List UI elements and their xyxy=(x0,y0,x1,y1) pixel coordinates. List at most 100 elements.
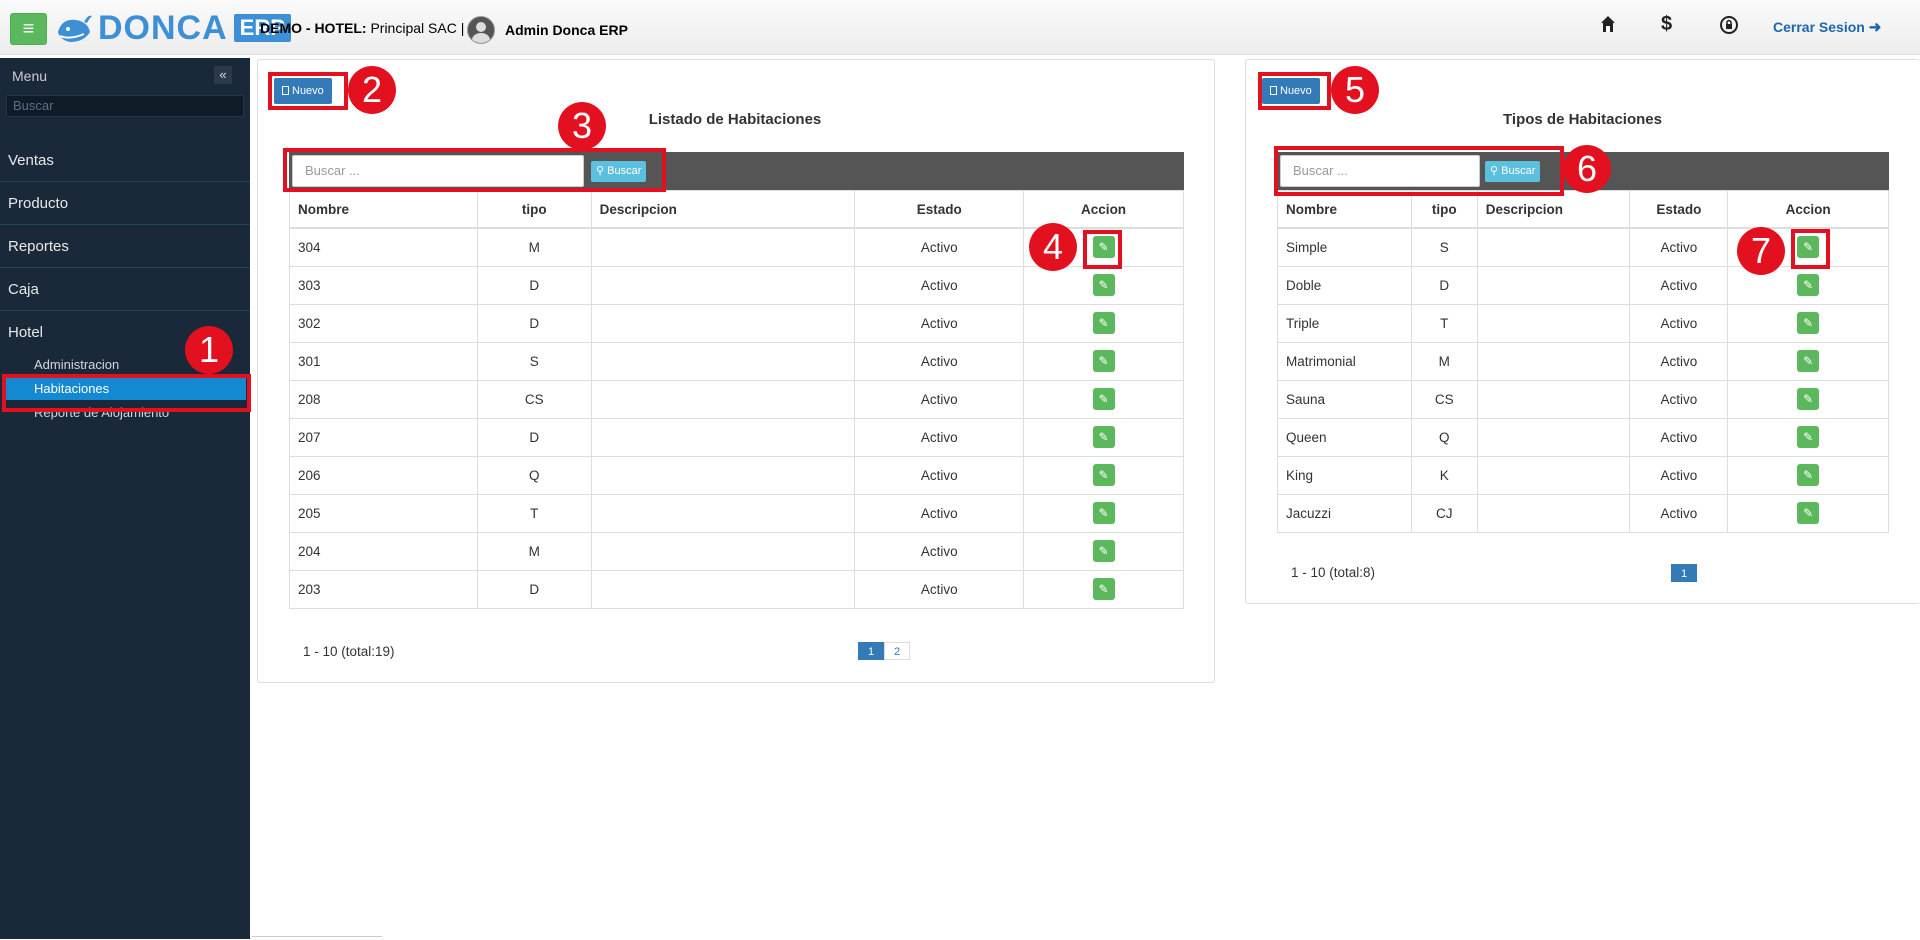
action-cell: ✎ xyxy=(1023,569,1184,609)
dollar-icon[interactable]: $ xyxy=(1661,13,1672,36)
table-row: Doble D Activo ✎ xyxy=(1277,265,1889,305)
status-cell: Activo xyxy=(1629,265,1729,305)
column-header[interactable]: Nombre xyxy=(1277,190,1412,229)
status-cell: Activo xyxy=(854,569,1025,609)
step-number-7: 7 xyxy=(1737,227,1785,275)
table-row: Sauna CS Activo ✎ xyxy=(1277,379,1889,419)
lock-refresh-icon[interactable] xyxy=(1719,15,1739,41)
column-header[interactable]: Nombre xyxy=(289,190,478,229)
column-header[interactable]: Accion xyxy=(1023,190,1184,229)
user-name: Admin Donca ERP xyxy=(505,22,628,38)
step-number-4: 4 xyxy=(1029,223,1077,271)
column-header[interactable]: tipo xyxy=(1410,190,1478,229)
user-info[interactable]: Admin Donca ERP xyxy=(467,16,628,44)
table-header-row: Nombre tipo Descripcion Estado Accion xyxy=(1277,190,1889,229)
type-cell: T xyxy=(476,493,592,533)
description-cell xyxy=(1476,417,1631,457)
highlight-box-2 xyxy=(268,72,348,110)
status-cell: Activo xyxy=(854,341,1025,381)
rooms-page-1[interactable]: 1 xyxy=(858,642,884,660)
sidebar-search-input[interactable]: Buscar xyxy=(6,95,244,117)
edit-pencil-icon[interactable]: ✎ xyxy=(1092,350,1115,372)
sidebar-item-caja[interactable]: Caja xyxy=(0,269,250,311)
edit-pencil-icon[interactable]: ✎ xyxy=(1797,312,1820,334)
table-row: 206 Q Activo ✎ xyxy=(289,455,1184,495)
status-cell: Activo xyxy=(854,417,1025,457)
table-row: 204 M Activo ✎ xyxy=(289,531,1184,571)
description-cell xyxy=(1476,493,1631,533)
name-cell: Triple xyxy=(1277,303,1412,343)
name-cell: Simple xyxy=(1277,227,1412,267)
room-types-pager-text: 1 - 10 (total:8) xyxy=(1291,565,1376,580)
column-header[interactable]: Estado xyxy=(854,190,1025,229)
status-cell: Activo xyxy=(854,303,1025,343)
status-cell: Activo xyxy=(854,455,1025,495)
type-cell: D xyxy=(476,569,592,609)
column-header[interactable]: tipo xyxy=(476,190,592,229)
name-cell: 203 xyxy=(289,569,478,609)
table-row: Triple T Activo ✎ xyxy=(1277,303,1889,343)
edit-pencil-icon[interactable]: ✎ xyxy=(1092,540,1115,562)
status-cell: Activo xyxy=(1629,455,1729,495)
status-cell: Activo xyxy=(854,265,1025,305)
status-cell: Activo xyxy=(854,227,1025,267)
sidebar-item-reportes[interactable]: Reportes xyxy=(0,226,250,268)
description-cell xyxy=(1476,379,1631,419)
edit-pencil-icon[interactable]: ✎ xyxy=(1797,502,1820,524)
sidebar-item-ventas[interactable]: Ventas xyxy=(0,140,250,182)
name-cell: Queen xyxy=(1277,417,1412,457)
name-cell: 303 xyxy=(289,265,478,305)
edit-pencil-icon[interactable]: ✎ xyxy=(1092,502,1115,524)
column-header[interactable]: Accion xyxy=(1727,190,1889,229)
rooms-page-2[interactable]: 2 xyxy=(884,642,910,660)
status-cell: Activo xyxy=(1629,341,1729,381)
collapse-sidebar-icon[interactable]: « xyxy=(214,66,232,84)
logout-link[interactable]: Cerrar Sesion ➜ xyxy=(1773,18,1881,36)
type-cell: S xyxy=(476,341,592,381)
name-cell: 205 xyxy=(289,493,478,533)
edit-pencil-icon[interactable]: ✎ xyxy=(1797,464,1820,486)
status-cell: Activo xyxy=(1629,379,1729,419)
logout-label: Cerrar Sesion xyxy=(1773,19,1865,35)
name-cell: King xyxy=(1277,455,1412,495)
donca-logo[interactable]: DONCA ERP xyxy=(54,8,291,48)
description-cell xyxy=(590,455,856,495)
table-row: 203 D Activo ✎ xyxy=(289,569,1184,609)
edit-pencil-icon[interactable]: ✎ xyxy=(1092,426,1115,448)
bottom-divider xyxy=(252,936,382,940)
room-types-page-1[interactable]: 1 xyxy=(1671,564,1697,582)
status-cell: Activo xyxy=(854,493,1025,533)
description-cell xyxy=(590,569,856,609)
action-cell: ✎ xyxy=(1023,341,1184,381)
action-cell: ✎ xyxy=(1023,265,1184,305)
edit-pencil-icon[interactable]: ✎ xyxy=(1797,388,1820,410)
action-cell: ✎ xyxy=(1727,493,1889,533)
edit-pencil-icon[interactable]: ✎ xyxy=(1797,426,1820,448)
edit-pencil-icon[interactable]: ✎ xyxy=(1092,464,1115,486)
step-number-6: 6 xyxy=(1563,145,1611,193)
edit-pencil-icon[interactable]: ✎ xyxy=(1092,312,1115,334)
action-cell: ✎ xyxy=(1023,493,1184,533)
home-icon[interactable] xyxy=(1600,15,1616,39)
highlight-box-3 xyxy=(283,148,666,192)
column-header[interactable]: Estado xyxy=(1629,190,1729,229)
column-header[interactable]: Descripcion xyxy=(1476,190,1631,229)
description-cell xyxy=(590,227,856,267)
action-cell: ✎ xyxy=(1727,379,1889,419)
action-cell: ✎ xyxy=(1727,455,1889,495)
edit-pencil-icon[interactable]: ✎ xyxy=(1797,274,1820,296)
highlight-box-1 xyxy=(2,374,251,412)
edit-pencil-icon[interactable]: ✎ xyxy=(1092,578,1115,600)
sidebar-item-producto[interactable]: Producto xyxy=(0,183,250,225)
description-cell xyxy=(1476,227,1631,267)
type-cell: CS xyxy=(1410,379,1478,419)
edit-pencil-icon[interactable]: ✎ xyxy=(1092,274,1115,296)
column-header[interactable]: Descripcion xyxy=(590,190,856,229)
edit-pencil-icon[interactable]: ✎ xyxy=(1797,350,1820,372)
logo-text: DONCA xyxy=(98,8,228,47)
description-cell xyxy=(590,303,856,343)
type-cell: M xyxy=(476,227,592,267)
edit-pencil-icon[interactable]: ✎ xyxy=(1092,388,1115,410)
hamburger-menu-icon[interactable]: ≡ xyxy=(10,13,47,45)
step-number-5: 5 xyxy=(1331,66,1379,114)
